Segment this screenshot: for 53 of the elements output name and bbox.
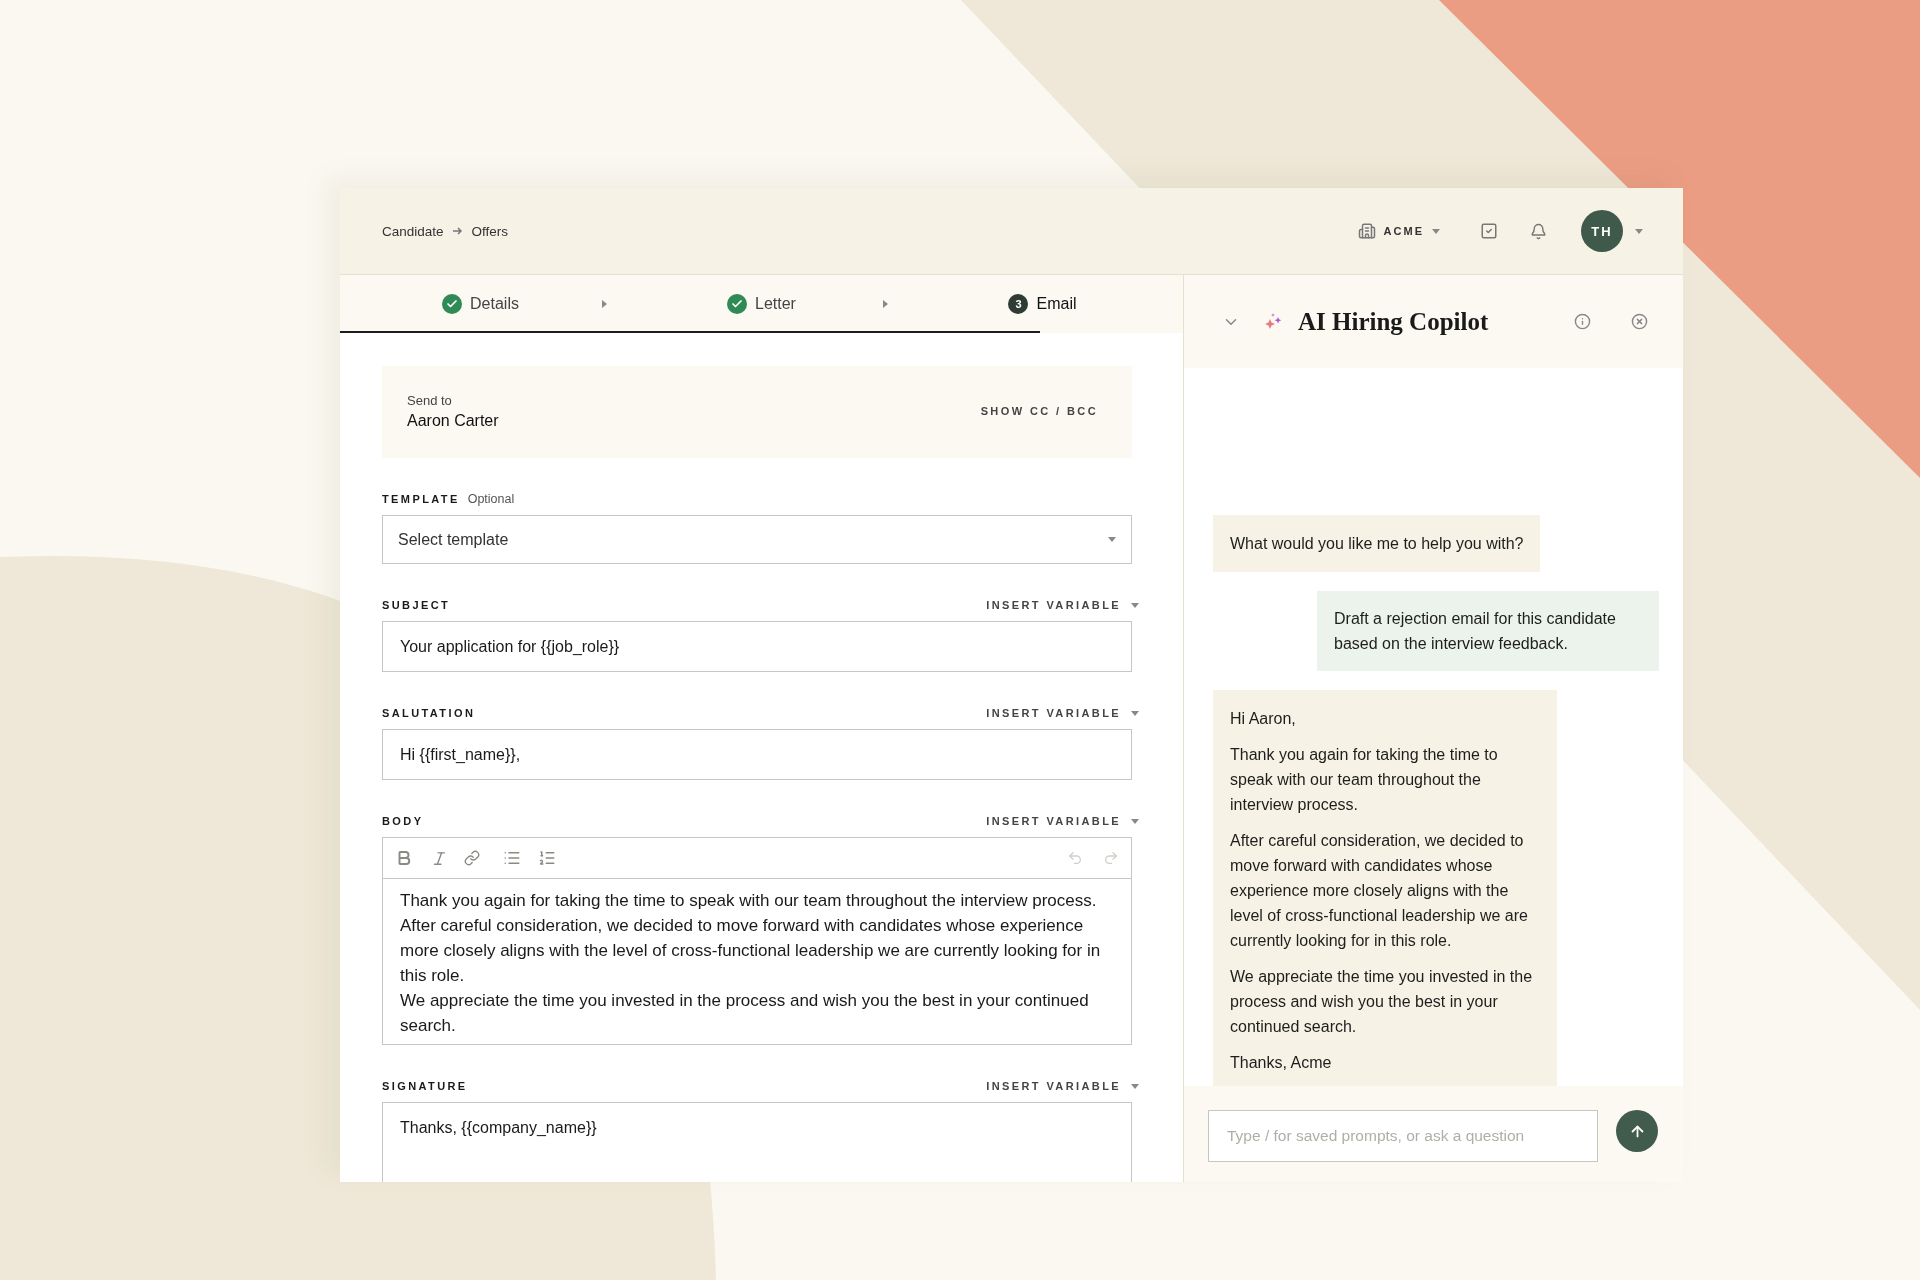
field-label: SIGNATURE — [382, 1080, 468, 1092]
breadcrumb-link[interactable]: Candidate — [382, 223, 444, 239]
field-label: SALUTATION — [382, 707, 476, 719]
caret-icon — [1131, 1083, 1139, 1089]
bullet-list-icon[interactable] — [503, 849, 521, 867]
optional-hint: Optional — [467, 492, 515, 506]
link-icon[interactable] — [464, 850, 480, 866]
send-to-label: Send to — [407, 392, 453, 408]
field-label: TEMPLATE — [382, 493, 460, 505]
building-icon — [1357, 222, 1376, 240]
field-label: BODY — [382, 815, 424, 827]
message-text: After careful consideration, we decided to move forward with candidates whose experience more closely aligns with the level of cross-functional leadership we are currently looking for in this role. — [1230, 831, 1529, 951]
insert-variable-button[interactable]: INSERT VARIABLE — [986, 815, 1139, 827]
show-cc-bcc-button[interactable]: SHOW CC / BCC — [980, 405, 1098, 417]
bell-icon[interactable] — [1530, 222, 1547, 240]
send-button[interactable] — [1616, 1110, 1658, 1152]
check-icon — [727, 294, 748, 314]
message-text: Thank you again for taking the time to speak with our team throughout the interview process. — [1230, 745, 1499, 815]
panel-title: AI Hiring Copilot — [1298, 307, 1489, 336]
message-text: Thanks, Acme — [1230, 1053, 1333, 1073]
field-label: SUBJECT — [382, 599, 451, 611]
chat-input[interactable]: Type / for saved prompts, or ask a question — [1208, 1110, 1598, 1162]
caret-icon — [1131, 602, 1139, 608]
chevron-icon — [602, 300, 607, 308]
message-text: Draft a rejection email for this candidate based on the interview feedback. — [1334, 609, 1617, 654]
insert-variable-button[interactable]: INSERT VARIABLE — [986, 599, 1139, 611]
check-icon — [442, 294, 463, 314]
text-field[interactable]: Hi {{first_name}}, — [382, 729, 1132, 780]
chevron-icon — [883, 300, 888, 308]
caret-icon — [1131, 710, 1139, 716]
breadcrumb-item: Offers — [471, 223, 509, 239]
org-switcher[interactable]: ACME — [1357, 222, 1440, 240]
signature-field[interactable]: Thanks, {{company_name}} — [382, 1102, 1132, 1182]
text-field[interactable]: Your application for {{job_role}} — [382, 621, 1132, 672]
numbered-list-icon[interactable] — [538, 849, 556, 867]
arrow-icon — [451, 226, 464, 236]
insert-variable-button[interactable]: INSERT VARIABLE — [986, 1080, 1139, 1092]
info-icon[interactable] — [1574, 313, 1591, 330]
template-select[interactable]: Select template — [382, 515, 1132, 564]
user-avatar[interactable]: TH — [1581, 210, 1623, 252]
caret-icon — [1131, 818, 1139, 824]
close-icon[interactable] — [1631, 313, 1648, 330]
step-number: 3 — [1008, 294, 1029, 314]
caret-icon — [1432, 228, 1440, 234]
message-text: What would you like me to help you with? — [1230, 534, 1524, 554]
caret-icon — [1108, 537, 1116, 542]
message-text: We appreciate the time you invested in the process and wish you the best in your continued search. — [1230, 967, 1534, 1037]
insert-variable-button[interactable]: INSERT VARIABLE — [986, 707, 1139, 719]
caret-icon — [1635, 228, 1643, 234]
recipient-name: Aaron Carter — [407, 411, 499, 430]
italic-icon[interactable] — [431, 849, 448, 867]
message-text: Hi Aaron, — [1230, 709, 1297, 729]
tasks-icon[interactable] — [1480, 222, 1498, 240]
